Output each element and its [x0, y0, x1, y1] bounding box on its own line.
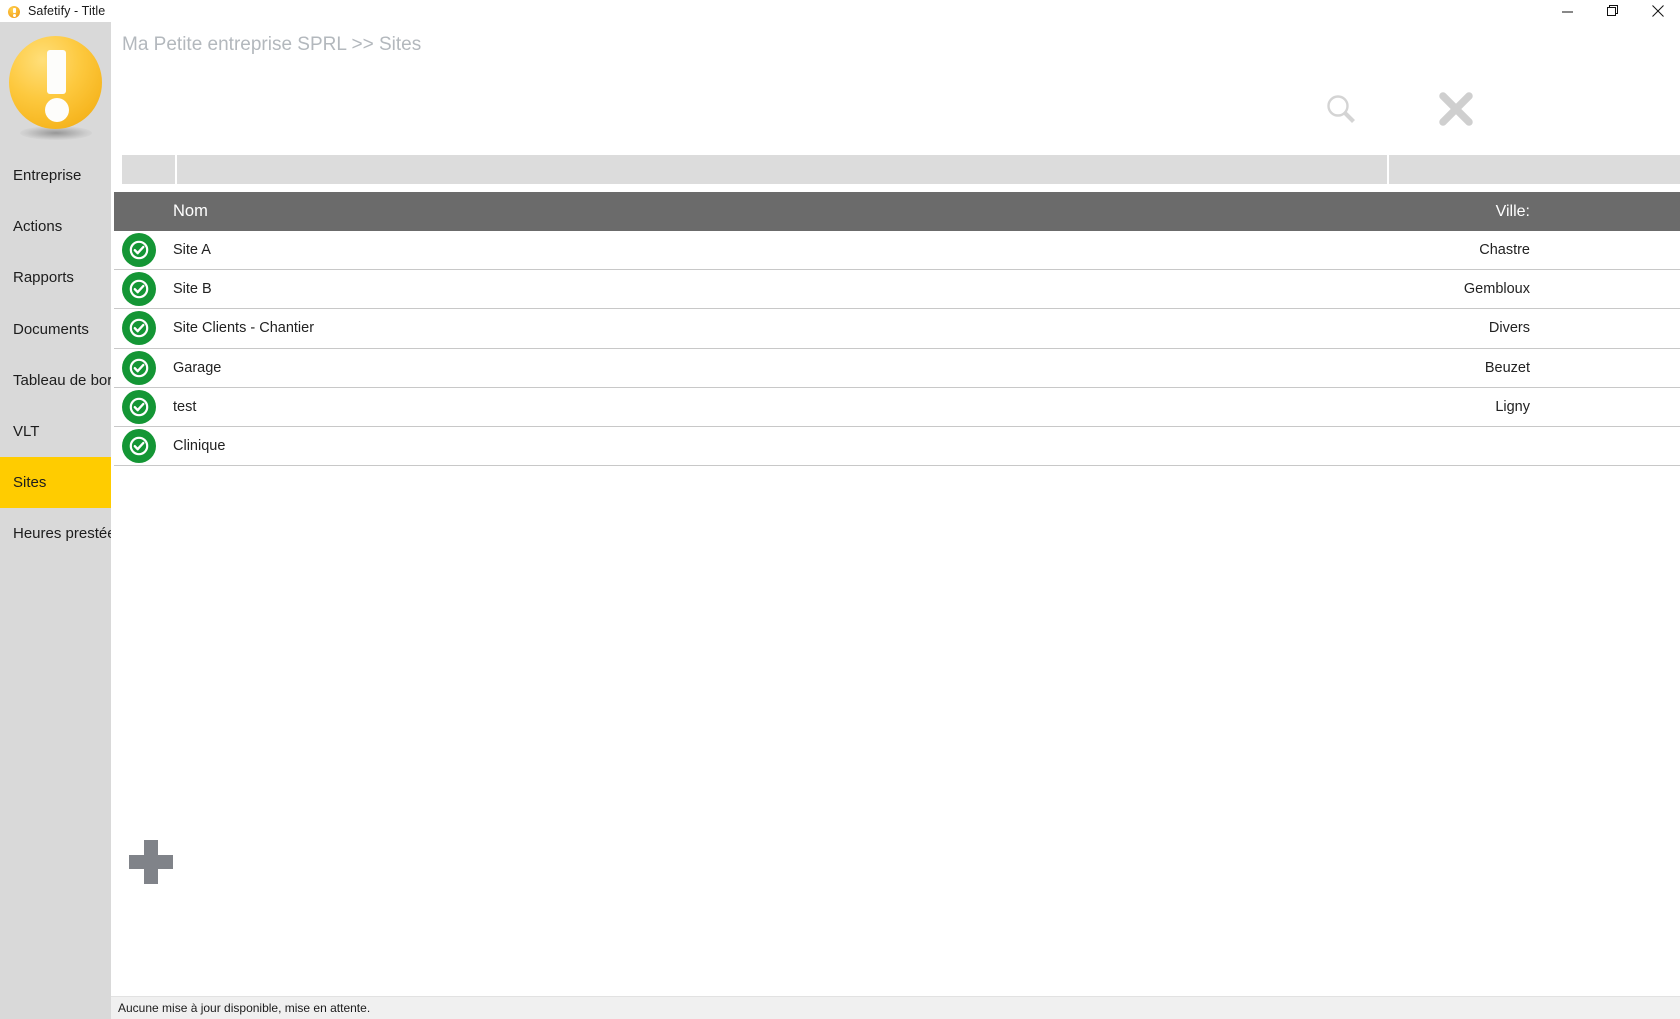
add-plus-button[interactable]	[127, 838, 175, 886]
sidebar-item-label: Entreprise	[13, 167, 82, 185]
column-header-nom[interactable]: Nom	[114, 202, 208, 221]
header-toolbar	[111, 22, 1680, 172]
sites-table: Nom Ville: Site A Chastre Site B Gemblou	[111, 192, 1680, 467]
status-ok-icon[interactable]	[122, 272, 156, 307]
status-ok-icon[interactable]	[122, 311, 156, 346]
table-row[interactable]: test Ligny	[114, 387, 1680, 427]
close-icon[interactable]	[1635, 0, 1680, 22]
window-titlebar: Safetify - Title	[0, 0, 1680, 22]
sidebar-item-label: Documents	[13, 320, 89, 338]
toolbar-cell-left[interactable]	[122, 155, 175, 184]
sidebar-item-heures-prestees[interactable]: Heures prestées	[0, 508, 111, 559]
sidebar-item-label: Actions	[13, 218, 63, 236]
sidebar-item-entreprise[interactable]: Entreprise	[0, 150, 111, 201]
table-row[interactable]: Site Clients - Chantier Divers	[114, 309, 1680, 349]
main-content: Ma Petite entreprise SPRL >> Sites Nom V…	[111, 22, 1680, 1019]
table-toolbar-strip	[122, 155, 1680, 184]
status-ok-icon[interactable]	[122, 429, 156, 464]
sidebar-item-vlt[interactable]: VLT	[0, 406, 111, 457]
window-title: Safetify - Title	[28, 4, 106, 18]
column-header-ville[interactable]: Ville:	[1496, 203, 1680, 221]
sidebar-item-tableau-de-bord[interactable]: Tableau de bord	[0, 355, 111, 406]
table-row[interactable]: Site B Gembloux	[114, 270, 1680, 310]
sidebar-nav: Entreprise Actions Rapports Documents Ta…	[0, 150, 111, 560]
status-ok-icon[interactable]	[122, 350, 156, 385]
cell-ville: Gembloux	[1463, 281, 1530, 298]
sidebar-item-label: Heures prestées	[13, 525, 111, 543]
sidebar-item-rapports[interactable]: Rapports	[0, 252, 111, 303]
sidebar-item-label: Tableau de bord	[13, 371, 111, 389]
table-header-row: Nom Ville:	[114, 192, 1680, 231]
sidebar: Entreprise Actions Rapports Documents Ta…	[0, 22, 111, 1019]
sidebar-item-label: Rapports	[13, 269, 74, 287]
sidebar-item-label: Sites	[13, 474, 47, 492]
sidebar-item-actions[interactable]: Actions	[0, 201, 111, 252]
search-icon[interactable]	[1318, 86, 1364, 132]
table-row[interactable]: Site A Chastre	[114, 231, 1680, 271]
toolbar-cell-middle[interactable]	[176, 155, 1388, 184]
restore-icon[interactable]	[1590, 0, 1635, 22]
exclamation-logo	[0, 22, 111, 162]
status-bar: Aucune mise à jour disponible, mise en a…	[111, 996, 1680, 1019]
minimize-icon[interactable]	[1545, 0, 1590, 22]
status-ok-icon[interactable]	[122, 389, 156, 424]
status-ok-icon[interactable]	[122, 233, 156, 268]
cell-ville: Ligny	[1495, 398, 1530, 415]
app-logo-icon	[7, 4, 21, 18]
status-message: Aucune mise à jour disponible, mise en a…	[118, 1001, 371, 1015]
sidebar-item-sites[interactable]: Sites	[0, 457, 111, 509]
sidebar-item-label: VLT	[13, 423, 40, 441]
toolbar-cell-right[interactable]	[1389, 155, 1680, 184]
cell-ville: Chastre	[1479, 242, 1530, 259]
cell-ville: Beuzet	[1484, 359, 1530, 376]
cell-ville: Divers	[1488, 320, 1530, 337]
table-row[interactable]: Garage Beuzet	[114, 348, 1680, 388]
window-controls	[1545, 0, 1680, 22]
close-x-icon[interactable]	[1433, 86, 1479, 132]
sidebar-item-documents[interactable]: Documents	[0, 304, 111, 355]
table-row[interactable]: Clinique	[114, 426, 1680, 467]
